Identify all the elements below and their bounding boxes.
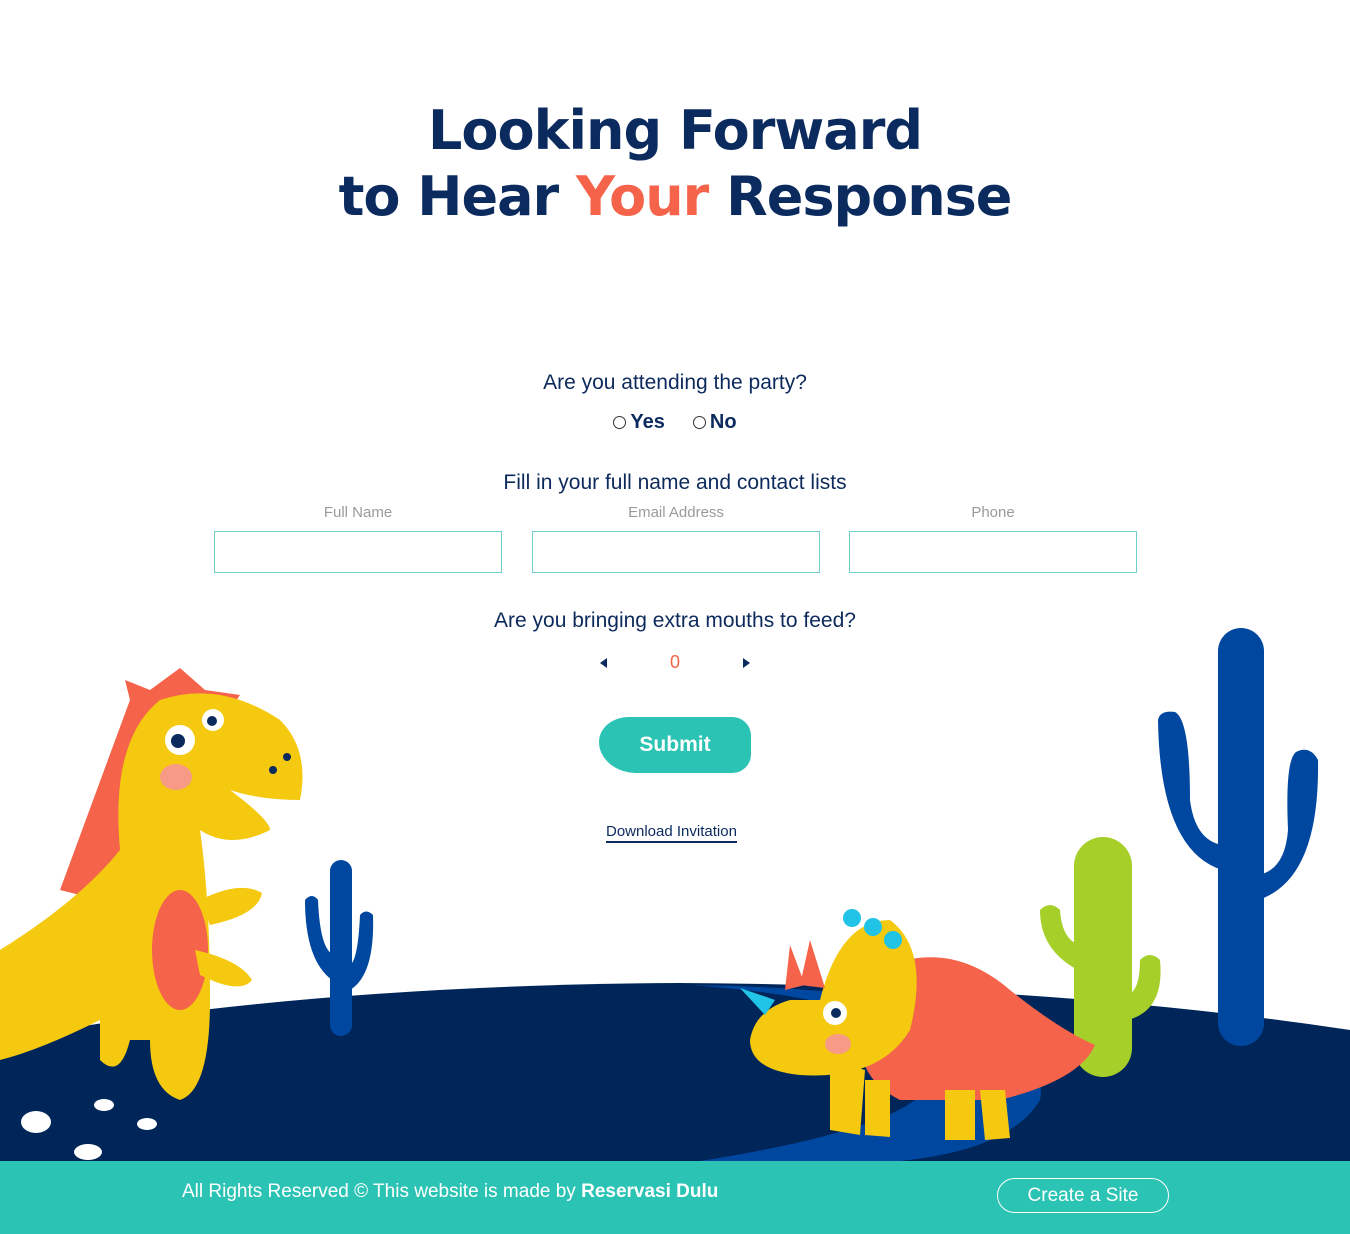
title-text: to Hear	[338, 165, 576, 228]
email-input[interactable]	[532, 531, 820, 573]
brand-name: Reservasi Dulu	[581, 1181, 719, 1202]
radio-label: Yes	[630, 411, 665, 433]
guest-count-value: 0	[669, 652, 680, 672]
decrement-arrow-icon[interactable]	[600, 657, 607, 668]
submit-button[interactable]: Submit	[599, 717, 751, 773]
phone-group: Phone	[849, 504, 1137, 573]
copyright-text: All Rights Reserved © This website is ma…	[182, 1181, 582, 1202]
phone-label: Phone	[971, 504, 1015, 521]
attendance-radio-group: Yes No	[0, 411, 1350, 434]
title-text: Response	[708, 165, 1012, 228]
title-line-1: Looking Forward	[428, 99, 923, 162]
download-invitation-link[interactable]: Download Invitation	[606, 823, 737, 843]
full-name-input[interactable]	[214, 531, 502, 573]
title-line-2: to Hear Your Response	[0, 164, 1350, 230]
radio-label: No	[709, 411, 737, 433]
guests-question: Are you bringing extra mouths to feed?	[494, 609, 856, 632]
title-accent: Your	[575, 165, 709, 228]
radio-yes[interactable]: Yes	[613, 411, 665, 434]
guest-count-stepper: 0	[600, 652, 750, 673]
radio-no[interactable]: No	[692, 411, 737, 434]
cactus-large	[1158, 628, 1319, 1046]
radio-circle-icon[interactable]	[692, 416, 706, 429]
attendance-question: Are you attending the party?	[543, 371, 807, 394]
email-group: Email Address	[532, 504, 820, 573]
phone-input[interactable]	[849, 531, 1137, 573]
create-site-button[interactable]: Create a Site	[997, 1178, 1169, 1213]
dinosaur-desert-illustration	[0, 628, 1350, 1161]
footer-copyright: All Rights Reserved © This website is ma…	[182, 1181, 718, 1203]
footer: All Rights Reserved © This website is ma…	[0, 1161, 1350, 1234]
page-title: Looking Forward to Hear Your Response	[0, 98, 1350, 230]
full-name-label: Full Name	[323, 504, 393, 521]
radio-circle-icon[interactable]	[613, 416, 627, 429]
contact-prompt: Fill in your full name and contact lists	[503, 471, 847, 494]
email-label: Email Address	[628, 504, 724, 521]
full-name-group: Full Name	[214, 504, 502, 573]
increment-arrow-icon[interactable]	[742, 657, 750, 668]
